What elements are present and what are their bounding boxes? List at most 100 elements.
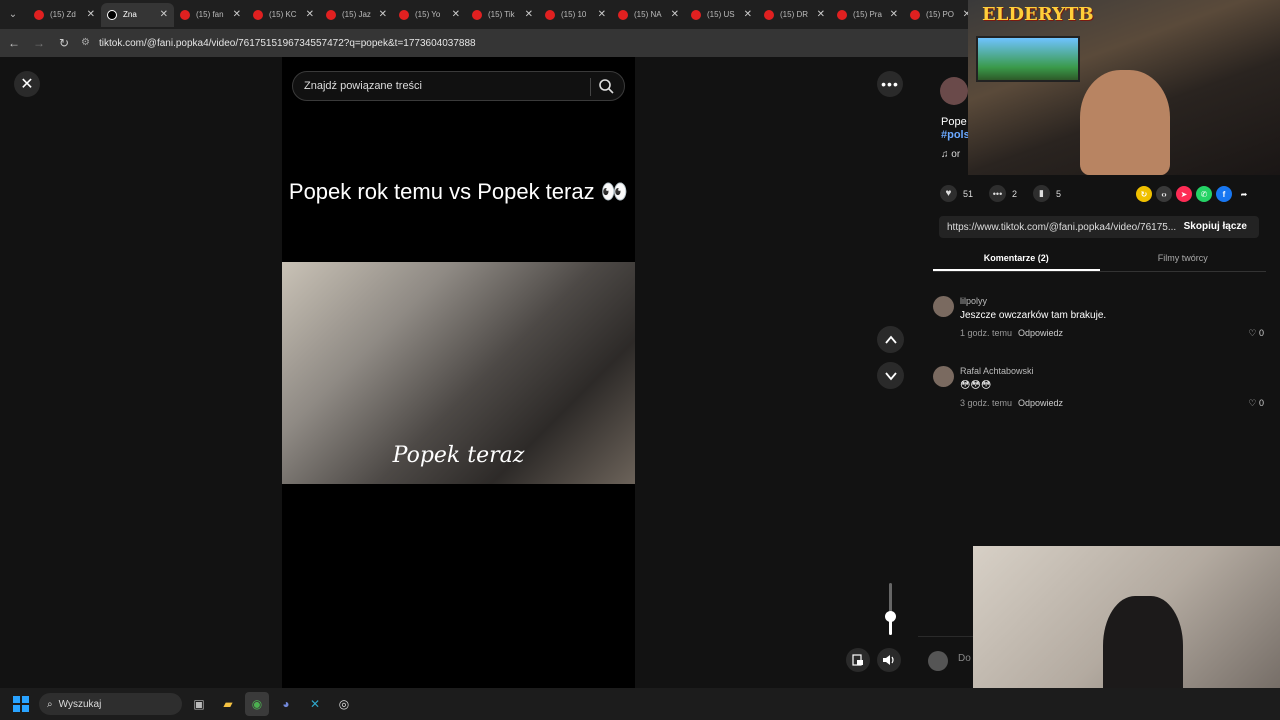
previous-video-button[interactable] — [877, 326, 904, 353]
share-icon[interactable]: ➦ — [1236, 186, 1252, 202]
browser-tab[interactable]: (15) US ✕ — [685, 3, 758, 27]
tab-search-dropdown[interactable]: ⌄ — [4, 6, 22, 24]
youtube-icon — [910, 9, 920, 20]
youtube-icon — [691, 9, 701, 20]
facebook-icon[interactable]: f — [1216, 186, 1232, 202]
comment-like-button[interactable]: ♡ 0 — [1248, 328, 1264, 339]
comment-meta: 1 godz. temu Odpowiedz — [960, 328, 1063, 338]
close-tab-icon[interactable]: ✕ — [233, 9, 241, 20]
embed-icon[interactable]: ‹› — [1156, 186, 1172, 202]
discord-icon[interactable]: ◕ — [274, 692, 298, 716]
browser-tab[interactable]: Zna ✕ — [101, 2, 174, 27]
close-tab-icon[interactable]: ✕ — [890, 9, 898, 20]
close-tab-icon[interactable]: ✕ — [598, 9, 606, 20]
youtube-icon — [472, 9, 482, 20]
browser-tab[interactable]: (15) fan ✕ — [174, 3, 247, 27]
post-sound[interactable]: ♫ or — [941, 149, 960, 160]
post-hashtag[interactable]: #pols — [941, 129, 970, 141]
creator-avatar[interactable] — [940, 77, 968, 105]
close-tab-icon[interactable]: ✕ — [744, 9, 752, 20]
reply-button[interactable]: Odpowiedz — [1018, 328, 1063, 338]
browser-tab[interactable]: (15) Tik ✕ — [466, 3, 539, 27]
youtube-icon — [34, 9, 44, 20]
close-tab-icon[interactable]: ✕ — [817, 9, 825, 20]
browser-tab[interactable]: (15) KC ✕ — [247, 3, 320, 27]
streamer-webcam-top: ELDERYTB — [968, 0, 1280, 175]
file-explorer-icon[interactable]: ▰ — [216, 692, 240, 716]
copy-link-button[interactable]: Skopiuj łącze — [1184, 221, 1247, 232]
mute-button[interactable] — [877, 648, 901, 672]
browser-tab[interactable]: (15) DR ✕ — [758, 3, 831, 27]
youtube-icon — [180, 9, 190, 20]
browser-tab[interactable]: (15) PO ✕ — [904, 3, 977, 27]
close-tab-icon[interactable]: ✕ — [671, 9, 679, 20]
volume-slider[interactable] — [885, 583, 896, 635]
speaker-icon — [883, 655, 894, 665]
taskbar-search[interactable]: ⌕ Wyszukaj — [39, 693, 182, 715]
site-info-icon[interactable]: ⚙ — [81, 37, 93, 49]
chrome-icon[interactable]: ◉ — [245, 692, 269, 716]
commenter-name[interactable]: Rafal Achtabowski — [960, 366, 1034, 376]
volume-thumb[interactable] — [885, 610, 896, 622]
browser-tab[interactable]: (15) Pra ✕ — [831, 3, 904, 27]
windows-start-icon[interactable] — [13, 696, 29, 712]
tab-creator-videos[interactable]: Filmy twórcy — [1100, 250, 1267, 271]
link-box: https://www.tiktok.com/@fani.popka4/vide… — [939, 216, 1259, 238]
windows-taskbar: ⌕ Wyszukaj ▣ ▰ ◉ ◕ ✕ ◎ — [0, 688, 1280, 720]
obs-icon[interactable]: ◎ — [332, 692, 356, 716]
browser-tab[interactable]: (15) Yo ✕ — [393, 3, 466, 27]
browser-tab[interactable]: (15) Zd ✕ — [28, 3, 101, 27]
search-icon[interactable] — [598, 78, 614, 94]
comment-meta: 3 godz. temu Odpowiedz — [960, 398, 1063, 408]
commenter-name[interactable]: lilpolyy — [960, 296, 987, 306]
youtube-icon — [326, 9, 336, 20]
search-placeholder: Znajdź powiązane treści — [304, 80, 423, 92]
youtube-icon — [837, 9, 847, 20]
like-button[interactable]: ♥ — [940, 185, 957, 202]
bookmark-icon: ▮ — [1039, 188, 1044, 198]
send-icon[interactable]: ➤ — [1176, 186, 1192, 202]
save-button[interactable]: ▮ — [1033, 185, 1051, 202]
tab-comments[interactable]: Komentarze (2) — [933, 250, 1100, 271]
close-tab-icon[interactable]: ✕ — [525, 9, 533, 20]
browser-tab[interactable]: (15) NA ✕ — [612, 3, 685, 27]
video-viewer: ✕ Znajdź powiązane treści Popek rok temu… — [0, 57, 918, 688]
comment-time: 3 godz. temu — [960, 398, 1013, 408]
miniplayer-button[interactable] — [846, 648, 870, 672]
tab-label: (15) KC — [269, 10, 297, 19]
forward-button[interactable]: → — [28, 32, 50, 54]
browser-tab[interactable]: (15) 10 ✕ — [539, 3, 612, 27]
streamer — [1080, 70, 1170, 175]
like-count: 51 — [963, 188, 974, 199]
back-button[interactable]: ← — [3, 32, 25, 54]
close-tab-icon[interactable]: ✕ — [87, 9, 95, 20]
comment-item: Rafal Achtabowski 😳😳😳 3 godz. temu Odpowied… — [933, 366, 1266, 414]
reload-button[interactable]: ↻ — [53, 32, 75, 54]
close-button[interactable]: ✕ — [14, 71, 40, 97]
comment-text: 😳😳😳 — [960, 380, 992, 391]
close-tab-icon[interactable]: ✕ — [160, 9, 168, 20]
repost-icon[interactable]: ↻ — [1136, 186, 1152, 202]
close-icon: ✕ — [20, 76, 34, 93]
post-link[interactable]: https://www.tiktok.com/@fani.popka4/vide… — [947, 222, 1176, 233]
tab-label: (15) NA — [634, 10, 662, 19]
app-icon[interactable]: ✕ — [303, 692, 327, 716]
commenter-avatar[interactable] — [933, 366, 954, 387]
post-description: Pope — [941, 116, 967, 128]
youtube-icon — [253, 9, 263, 20]
comment-button[interactable]: ••• — [989, 185, 1007, 202]
close-tab-icon[interactable]: ✕ — [306, 9, 314, 20]
related-search-input[interactable]: Znajdź powiązane treści — [292, 71, 625, 101]
task-view-icon[interactable]: ▣ — [187, 692, 211, 716]
close-tab-icon[interactable]: ✕ — [452, 9, 460, 20]
next-video-button[interactable] — [877, 362, 904, 389]
comment-like-button[interactable]: ♡ 0 — [1248, 398, 1264, 409]
comment-icon: ••• — [992, 188, 1003, 199]
whatsapp-icon[interactable]: ✆ — [1196, 186, 1212, 202]
more-options-button[interactable]: ••• — [877, 71, 903, 97]
browser-tab[interactable]: (15) Jaz ✕ — [320, 3, 393, 27]
reply-button[interactable]: Odpowiedz — [1018, 398, 1063, 408]
close-tab-icon[interactable]: ✕ — [379, 9, 387, 20]
commenter-avatar[interactable] — [933, 296, 954, 317]
share-options: ↻ ‹› ➤ ✆ f ➦ — [1136, 186, 1252, 202]
